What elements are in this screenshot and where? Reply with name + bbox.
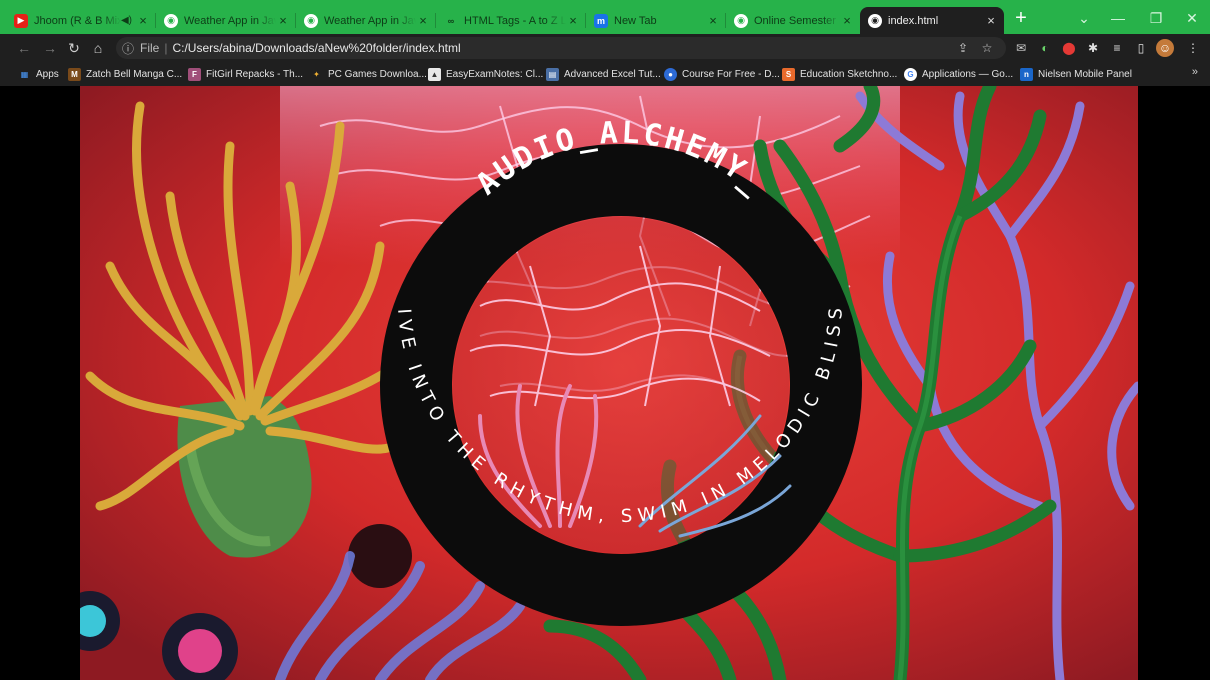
side-panel-icon[interactable]: ▯ — [1132, 39, 1150, 57]
share-icon[interactable]: ⇪ — [954, 40, 972, 56]
sketchnote-icon: S — [782, 67, 795, 81]
close-tab-icon[interactable]: × — [840, 13, 854, 28]
close-window-button[interactable]: ✕ — [1178, 8, 1206, 28]
close-tab-icon[interactable]: × — [416, 13, 430, 28]
new-tab-button[interactable]: + — [1010, 8, 1032, 30]
page-viewport: AUDIO_ALCHEMY_ DIVE INTO THE RHYTHM, SWI… — [0, 86, 1210, 680]
bookmarks-bar: ▦ Apps M Zatch Bell Manga C... F FitGirl… — [0, 62, 1210, 86]
audio-alchemy-badge: AUDIO_ALCHEMY_ DIVE INTO THE RHYTHM, SWI… — [80, 86, 862, 626]
bookmark-easyexamnotes[interactable]: ▲ EasyExamNotes: Cl... — [428, 66, 543, 82]
excel-icon: ▤ — [546, 67, 559, 81]
home-icon[interactable]: ⌂ — [88, 38, 108, 58]
bookmark-fitgirl[interactable]: F FitGirl Repacks - Th... — [188, 66, 303, 82]
tab-jhoom[interactable]: ▶ Jhoom (R & B Mix) ◀) × — [6, 7, 156, 34]
fitgirl-icon: F — [188, 67, 201, 81]
tab-online-exam[interactable]: ◉ Online Semester Exam × — [726, 7, 860, 34]
nielsen-icon: n — [1020, 67, 1033, 81]
apps-grid-icon: ▦ — [20, 69, 29, 79]
back-arrow-icon[interactable]: ← — [14, 38, 34, 58]
infinity-icon: ∞ — [447, 15, 455, 26]
youtube-icon: ▶ — [14, 13, 28, 28]
reload-icon[interactable]: ↻ — [64, 38, 84, 58]
bookmark-star-icon[interactable]: ☆ — [978, 40, 996, 56]
menu-kebab-icon[interactable]: ⋮ — [1184, 39, 1202, 57]
close-tab-icon[interactable]: × — [984, 13, 998, 28]
address-bar[interactable]: ⓘ File | C:/Users/abina/Downloads/aNew%2… — [116, 37, 1006, 59]
easyexam-icon: ▲ — [428, 67, 441, 81]
tab-weather-app-1[interactable]: ◉ Weather App in JavaScript × — [156, 7, 296, 34]
badge-inner-scene — [453, 217, 789, 553]
extension-puzzle-green-icon[interactable]: ◐ — [1036, 39, 1054, 57]
tab-html-tags[interactable]: ∞ HTML Tags - A to Z List × — [436, 7, 586, 34]
close-tab-icon[interactable]: × — [136, 13, 150, 28]
info-icon[interactable]: ⓘ — [120, 40, 136, 57]
reading-list-icon[interactable]: ≡ — [1108, 39, 1126, 57]
tab-new-tab[interactable]: m New Tab × — [586, 7, 726, 34]
browser-toolbar: ← → ↻ ⌂ ⓘ File | C:/Users/abina/Download… — [0, 34, 1210, 62]
globe-icon: ◉ — [304, 13, 318, 28]
bookmark-advanced-excel[interactable]: ▤ Advanced Excel Tut... — [546, 66, 661, 82]
bookmark-course-for-free[interactable]: ● Course For Free - D... — [664, 66, 780, 82]
scheme-divider: | — [164, 41, 168, 55]
google-icon: G — [904, 67, 917, 81]
speaker-icon[interactable]: ◀) — [121, 15, 132, 26]
url-text[interactable]: C:/Users/abina/Downloads/aNew%20folder/i… — [172, 41, 460, 55]
close-tab-icon[interactable]: × — [566, 13, 580, 28]
bookmark-pc-games[interactable]: ✦ PC Games Downloa... — [310, 66, 427, 82]
tab-strip: ▶ Jhoom (R & B Mix) ◀) × ◉ Weather App i… — [0, 0, 1210, 34]
bookmark-nielsen[interactable]: n Nielsen Mobile Panel — [1020, 66, 1132, 82]
extensions-puzzle-icon[interactable]: ✱ — [1084, 39, 1102, 57]
close-tab-icon[interactable]: × — [276, 13, 290, 28]
pc-games-icon: ✦ — [313, 69, 320, 79]
bookmark-apps[interactable]: ▦ Apps — [18, 66, 59, 82]
extension-mail-icon[interactable]: ✉ — [1012, 39, 1030, 57]
globe-icon: ◉ — [164, 13, 178, 28]
minimize-button[interactable]: — — [1104, 8, 1132, 28]
close-tab-icon[interactable]: × — [706, 13, 720, 28]
bookmark-education-sketchnotes[interactable]: S Education Sketchno... — [782, 66, 897, 82]
tab-weather-app-2[interactable]: ◉ Weather App in JavaScript × — [296, 7, 436, 34]
profile-avatar-icon[interactable]: ☺ — [1156, 39, 1174, 57]
course-icon: ● — [664, 67, 677, 81]
restore-button[interactable]: ❐ — [1142, 8, 1170, 28]
globe-icon: ◉ — [868, 13, 882, 28]
m-icon: m — [594, 13, 608, 28]
manga-icon: M — [68, 67, 81, 81]
globe-icon: ◉ — [734, 13, 748, 28]
tab-index-html[interactable]: ◉ index.html × — [860, 7, 1004, 34]
bookmark-zatch-bell[interactable]: M Zatch Bell Manga C... — [68, 66, 182, 82]
tab-search-chevron-icon[interactable]: ⌄ — [1070, 8, 1098, 28]
extension-shield-icon[interactable]: ⬤ — [1060, 39, 1078, 57]
bookmark-applications[interactable]: G Applications — Go... — [904, 66, 1013, 82]
underwater-background-art: AUDIO_ALCHEMY_ DIVE INTO THE RHYTHM, SWI… — [80, 86, 1138, 680]
bookmarks-overflow-icon[interactable]: » — [1192, 66, 1198, 78]
forward-arrow-icon[interactable]: → — [40, 38, 60, 58]
